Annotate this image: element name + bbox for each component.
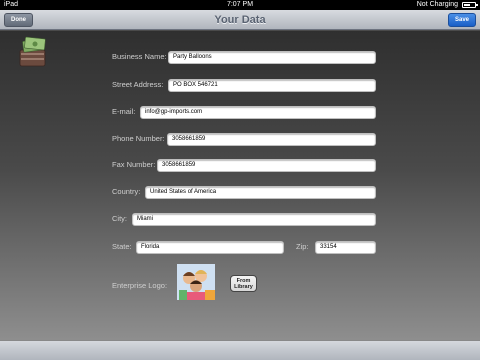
save-button[interactable]: Save <box>447 13 476 27</box>
battery-status: Not Charging <box>416 1 458 8</box>
zip-field[interactable]: 33154 <box>315 241 376 254</box>
status-bar: iPad 7:07 PM Not Charging <box>0 0 480 10</box>
email-label: E-mail: <box>112 107 136 116</box>
enterprise-logo-label: Enterprise Logo: <box>112 281 168 290</box>
state-field[interactable]: Florida <box>136 241 284 254</box>
phone-number-field[interactable]: 3058661859 <box>167 133 376 146</box>
kids-photo-icon <box>177 264 215 300</box>
from-library-label-line: Library <box>234 284 253 290</box>
battery-level <box>464 4 470 6</box>
book-money-icon <box>19 36 46 67</box>
page-title: Your Data <box>214 14 266 26</box>
enterprise-logo-image[interactable] <box>177 264 215 300</box>
fax-number-label: Fax Number: <box>112 160 156 169</box>
business-name-label: Business Name: <box>112 52 167 61</box>
form-panel: Business Name: Party Balloons Street Add… <box>0 31 480 340</box>
email-field[interactable]: info@gp-imports.com <box>140 106 376 119</box>
phone-number-label: Phone Number: <box>112 134 165 143</box>
fax-number-field[interactable]: 3058661859 <box>157 159 376 172</box>
zip-label: Zip: <box>296 242 309 251</box>
clock: 7:07 PM <box>226 1 254 8</box>
city-label: City: <box>112 214 127 223</box>
country-label: Country: <box>112 187 141 196</box>
battery-icon <box>462 2 478 8</box>
state-label: State: <box>112 242 132 251</box>
navigation-bar: Your Data Done Save <box>0 10 480 30</box>
city-field[interactable]: Miami <box>132 213 376 226</box>
bottom-toolbar <box>0 340 480 360</box>
done-button[interactable]: Done <box>4 13 33 27</box>
from-library-button[interactable]: From Library <box>230 275 257 292</box>
street-address-field[interactable]: PO BOX 546721 <box>168 79 376 92</box>
business-name-field[interactable]: Party Balloons <box>168 51 376 64</box>
country-field[interactable]: United States of America <box>145 186 376 199</box>
street-address-label: Street Address: <box>112 80 164 89</box>
